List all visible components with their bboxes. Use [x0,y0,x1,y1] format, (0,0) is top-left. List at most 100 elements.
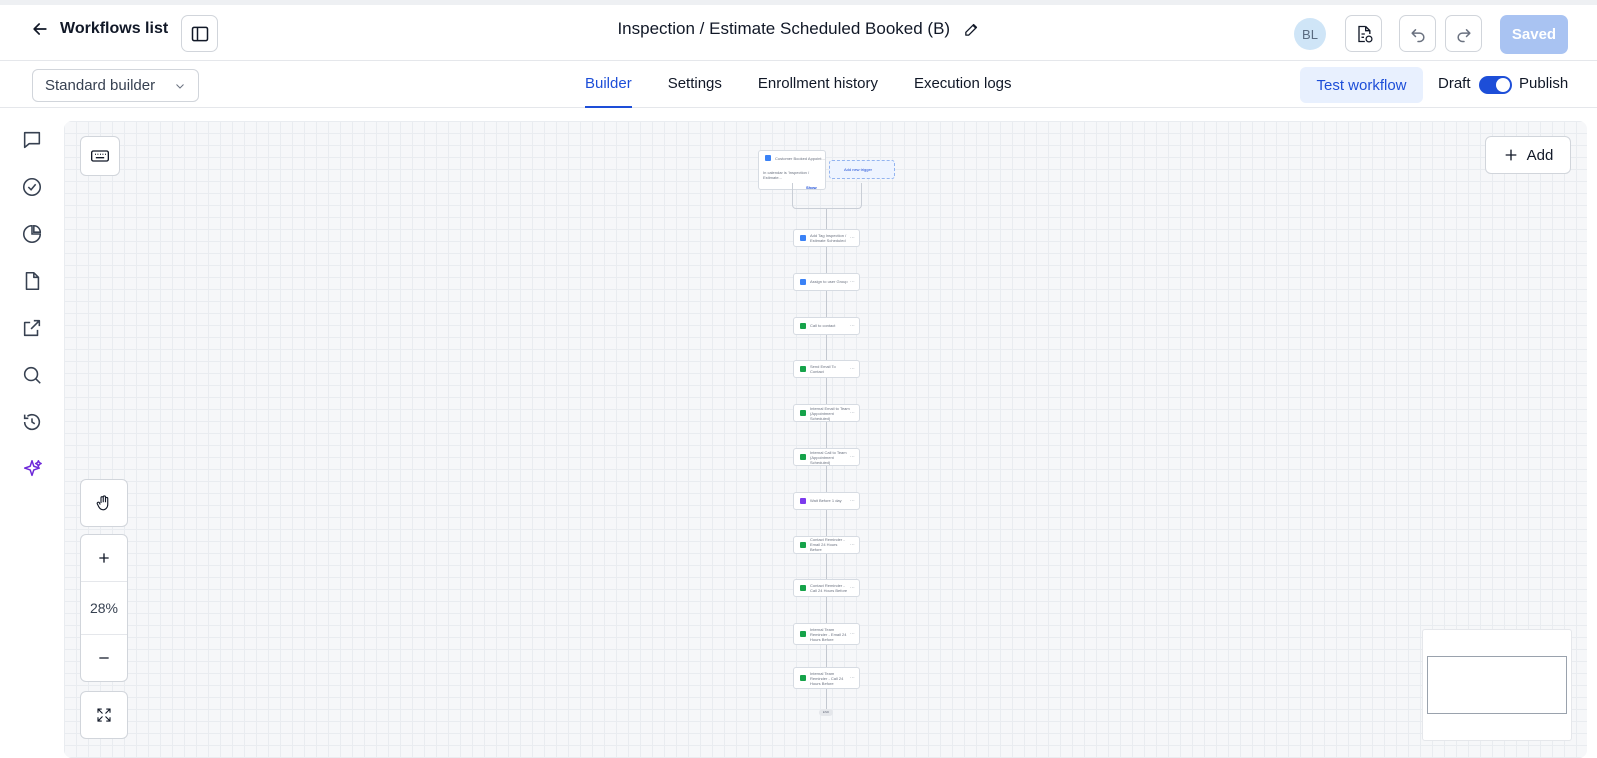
undo-button[interactable] [1399,15,1436,52]
step-label: Assign to user Group [810,279,848,285]
sparkles-icon[interactable] [21,458,43,480]
sub-header: Standard builder Builder Settings Enroll… [0,61,1597,108]
workflow-step-node[interactable]: Wait Before 1 day ⋯ [793,491,860,510]
step-connector [826,645,827,667]
saved-button[interactable]: Saved [1500,15,1568,54]
step-type-icon [800,631,806,638]
workflow-canvas[interactable]: Add 28% Customer Booked Appoint... In ca… [64,121,1587,758]
zoom-controls: 28% [80,534,128,682]
step-menu-icon[interactable]: ⋯ [850,542,855,548]
workflow-title: Inspection / Estimate Scheduled Booked (… [617,19,951,38]
plus-icon [99,553,109,563]
external-link-icon[interactable] [21,317,43,339]
step-connector [826,334,827,361]
trigger-merge-connector [792,183,862,209]
zoom-in-button[interactable] [81,535,127,581]
tab-execution-logs[interactable]: Execution logs [914,61,1012,108]
history-icon[interactable] [21,411,43,433]
chevron-down-icon [176,83,184,89]
trigger-condition: In calendar is 'Inspection / Estimate... [763,170,810,180]
step-connector [826,689,827,709]
tab-enrollment-history[interactable]: Enrollment history [758,61,878,108]
step-menu-icon[interactable]: ⋯ [850,410,855,416]
builder-mode-select[interactable]: Standard builder [32,69,199,102]
version-history-button[interactable] [1345,15,1382,52]
search-icon[interactable] [21,364,43,386]
workflow-step-node[interactable]: Add Tag Inspection / Estimate Scheduled ⋯ [793,229,860,247]
step-menu-icon[interactable]: ⋯ [850,366,855,372]
check-circle-icon[interactable] [21,176,43,198]
top-header: Workflows list Inspection / Estimate Sch… [0,0,1597,61]
back-to-workflows-button[interactable]: Workflows list [30,19,168,39]
workflow-step-node[interactable]: Contact Reminder - Email 24 Hours Before… [793,535,860,554]
left-rail [0,108,64,758]
workflow-step-node[interactable]: Send Email To Contact ⋯ [793,360,860,379]
minimap-viewport [1427,656,1567,714]
step-connector [826,597,827,624]
tab-settings[interactable]: Settings [668,61,722,108]
step-type-icon [800,675,806,681]
zoom-level: 28% [81,581,127,635]
step-menu-icon[interactable]: ⋯ [850,323,855,329]
step-label: Send Email To Contact [810,364,836,375]
builder-mode-value: Standard builder [45,77,156,94]
workflow-step-node[interactable]: Internal Email to Team (Appointment Sche… [793,404,860,423]
pencil-icon[interactable] [963,21,980,38]
add-trigger-button[interactable]: Add new trigger [829,160,895,179]
step-connector [826,422,827,448]
workflow-tabs: Builder Settings Enrollment history Exec… [585,61,1048,108]
arrow-left-icon [33,23,47,35]
step-connector [826,378,827,405]
pie-chart-icon[interactable] [21,223,43,245]
step-menu-icon[interactable]: ⋯ [850,498,855,504]
minimap[interactable] [1422,629,1572,741]
pan-tool-button[interactable] [81,480,127,526]
step-label: Internal Team Reminder - Email 24 Hours … [810,626,847,642]
workflow-step-node[interactable]: Call to contact ⋯ [793,316,860,335]
test-workflow-button[interactable]: Test workflow [1300,67,1423,103]
step-type-icon [800,497,806,504]
document-icon[interactable] [21,270,43,292]
step-type-icon [800,454,806,460]
calendar-icon [765,155,771,161]
toggle-sidebar-button[interactable] [181,15,218,52]
step-menu-icon[interactable]: ⋯ [850,675,855,681]
step-menu-icon[interactable]: ⋯ [850,585,855,591]
pan-tool-box [80,479,128,527]
step-label: Add Tag Inspection / Estimate Scheduled [810,233,847,243]
step-label: Internal Team Reminder - Call 24 Hours B… [810,670,844,686]
add-label: Add [1526,146,1554,164]
keyboard-icon [91,150,109,162]
step-menu-icon[interactable]: ⋯ [850,279,855,285]
fit-view-button[interactable] [81,692,127,738]
workflow-step-node[interactable]: Assign to user Group ⋯ [793,272,860,291]
workflow-step-node[interactable]: Internal Team Reminder - Call 24 Hours B… [793,667,860,689]
step-menu-icon[interactable]: ⋯ [850,631,855,637]
zoom-out-button[interactable] [81,635,127,681]
workflow-step-node[interactable]: Contact Reminder - Call 24 Hours Before ⋯ [793,579,860,598]
workflow-step-node[interactable]: Internal Call to Team (Appointment Sched… [793,448,860,466]
step-type-icon [800,235,806,241]
publish-label: Publish [1519,75,1569,92]
add-button[interactable]: Add [1485,136,1571,174]
step-label: Contact Reminder - Email 24 Hours Before [810,537,845,553]
hand-icon [96,495,109,511]
step-connector [826,209,827,229]
document-clock-icon [1357,25,1373,43]
undo-icon [1410,28,1425,42]
step-connector [826,247,827,273]
keyboard-shortcuts-button[interactable] [80,136,120,176]
step-menu-icon[interactable]: ⋯ [850,235,855,241]
chat-icon[interactable] [21,129,43,151]
publish-toggle[interactable] [1479,76,1512,94]
minus-icon [99,657,109,659]
step-type-icon [800,585,806,592]
step-connector [826,553,827,580]
end-node: END [819,709,833,716]
step-menu-icon[interactable]: ⋯ [850,454,855,460]
workflow-step-node[interactable]: Internal Team Reminder - Email 24 Hours … [793,623,860,646]
step-label: Wait Before 1 day [810,498,842,504]
redo-button[interactable] [1445,15,1482,52]
tab-builder[interactable]: Builder [585,61,632,108]
avatar[interactable]: BL [1294,18,1326,50]
